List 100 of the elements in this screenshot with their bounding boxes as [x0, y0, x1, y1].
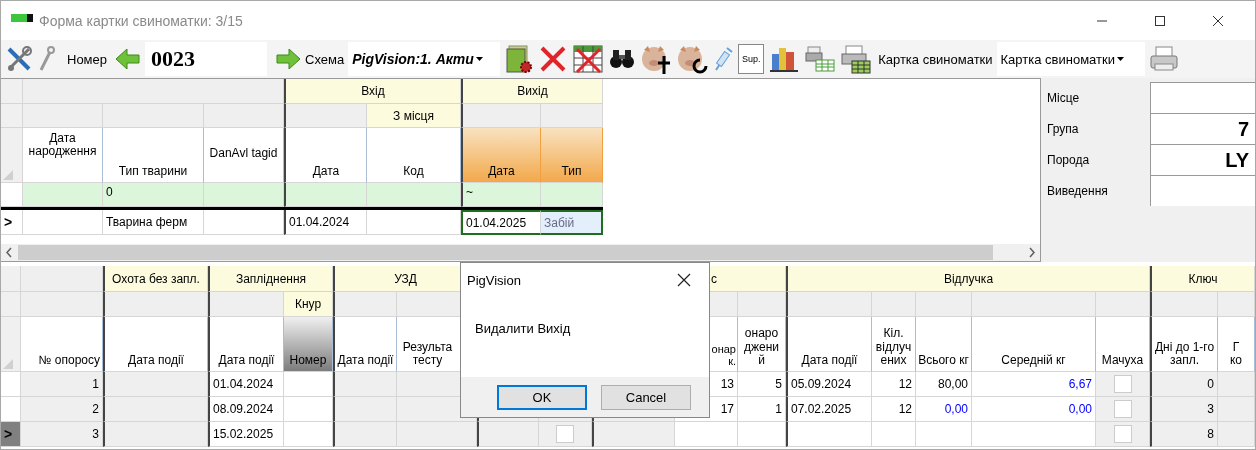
column-header[interactable]: Дата події [103, 317, 208, 372]
column-header[interactable]: № опоросу [21, 317, 103, 372]
column-header[interactable]: онаро джени й [738, 317, 786, 372]
column-header[interactable]: Код [367, 128, 461, 183]
close-icon[interactable] [677, 273, 691, 287]
caret-icon [1116, 57, 1124, 61]
table-cell: 08.09.2024 [208, 397, 284, 422]
scrollbar-thumb[interactable] [18, 245, 993, 260]
window-title: Форма картки свиноматки: 3/15 [39, 12, 243, 29]
column-group-header: Ключ [1150, 266, 1255, 292]
maximize-icon[interactable] [1154, 14, 1166, 27]
column-header[interactable]: Дата події [786, 317, 872, 372]
row-header[interactable]: > [1, 210, 23, 235]
pig-plus-icon[interactable] [640, 44, 673, 74]
table-cell[interactable]: Забій [541, 210, 603, 235]
checkbox[interactable] [556, 425, 574, 443]
table-cell: 3 [21, 422, 103, 447]
filter-cell[interactable]: 0 [103, 183, 204, 207]
filter-cell[interactable] [367, 183, 461, 207]
tools-icon[interactable] [5, 45, 33, 73]
pig-refresh-icon[interactable] [676, 44, 709, 74]
printer-icon[interactable] [1148, 45, 1179, 73]
header-cell [916, 292, 972, 317]
arrow-left-icon[interactable] [115, 47, 141, 71]
checkbox[interactable] [1113, 375, 1132, 393]
column-header[interactable]: Дата [284, 128, 367, 183]
filter-cell[interactable] [284, 183, 367, 207]
table-cell[interactable]: Тварина ферм [103, 210, 204, 235]
checkbox[interactable] [1113, 425, 1132, 443]
value-field[interactable]: LY [1150, 144, 1255, 175]
column-group-header: Запліднення [208, 266, 333, 292]
table-cell[interactable]: 01.04.2025 [461, 210, 541, 235]
row-header[interactable] [1, 372, 21, 397]
dialog-button[interactable]: OK [497, 384, 587, 410]
app-icon [11, 13, 33, 22]
checkbox[interactable] [1113, 400, 1132, 418]
document-gear-icon[interactable] [504, 44, 535, 74]
scheme-dropdown[interactable]: PigVision:1. Акти [348, 42, 501, 76]
filter-cell[interactable] [541, 183, 603, 207]
column-group-header: Відлучка [786, 266, 1150, 292]
column-header[interactable]: Дата народження [23, 128, 103, 183]
value-field[interactable] [1150, 82, 1255, 113]
horizontal-scrollbar[interactable] [1, 244, 1040, 261]
column-header[interactable]: Дні до 1-го запл. [1150, 317, 1218, 372]
syringe-icon[interactable] [712, 46, 735, 72]
header-cell [1150, 292, 1218, 317]
table-cell: 01.04.2024 [208, 372, 284, 397]
table-cell[interactable]: 01.04.2024 [284, 210, 367, 235]
column-header[interactable]: Середній кг [972, 317, 1096, 372]
report-dropdown[interactable]: Картка свиноматки [996, 42, 1145, 76]
filter-cell[interactable]: ~ [461, 183, 541, 207]
dialog-button[interactable]: Cancel [601, 384, 691, 410]
header-cell [872, 292, 916, 317]
arrow-right-icon[interactable] [275, 47, 301, 71]
column-header[interactable]: Тип тварини [103, 128, 204, 183]
table-delete-icon[interactable] [572, 44, 605, 74]
value-field[interactable] [1150, 175, 1255, 206]
field-label: Порода [1046, 151, 1091, 169]
column-header[interactable]: Номер [284, 317, 333, 372]
number-label: Номер [67, 51, 107, 67]
header-cell [1, 266, 21, 292]
row-header[interactable] [1, 183, 23, 207]
column-header[interactable]: Дата події [208, 317, 284, 372]
column-header[interactable]: Мачуха [1096, 317, 1150, 372]
filter-cell[interactable] [204, 183, 284, 207]
header-cell [1218, 292, 1255, 317]
dropdown-value: Картка свиноматки [1000, 51, 1115, 67]
table-cell[interactable] [367, 210, 461, 235]
printer-grid-icon[interactable] [840, 44, 873, 74]
field-label: Група [1046, 120, 1080, 138]
column-header[interactable]: DanAvl tagid [204, 128, 284, 183]
filter-cell[interactable] [23, 183, 103, 207]
value-field[interactable]: 7 [1150, 113, 1255, 144]
field-label: Місце [1046, 89, 1081, 107]
column-header[interactable]: Всього кг [916, 317, 972, 372]
wrench-icon[interactable] [37, 46, 55, 72]
table-cell[interactable] [204, 210, 284, 235]
row-header[interactable] [1, 397, 21, 422]
column-group-header: Охота без запл. [103, 266, 208, 292]
table-cell: 6,67 [972, 372, 1096, 397]
sup-document-button[interactable]: Sup. [738, 44, 765, 74]
column-header[interactable]: Г ко [1218, 317, 1255, 372]
table-cell[interactable] [23, 210, 103, 235]
column-header[interactable]: Тип [541, 128, 603, 183]
column-header[interactable]: Дата [461, 128, 541, 183]
table-cell: 5 [738, 372, 786, 397]
binoculars-icon[interactable] [608, 47, 637, 71]
header-cell [1096, 292, 1150, 317]
number-field[interactable]: 0023 [145, 42, 267, 76]
field-label: Виведення [1046, 182, 1109, 200]
row-marker: > [4, 426, 13, 442]
close-icon[interactable] [1212, 14, 1224, 27]
column-header[interactable]: Дата події [333, 317, 397, 372]
minimize-icon[interactable] [1096, 19, 1108, 22]
header-cell [738, 292, 786, 317]
row-header[interactable]: > [1, 422, 21, 447]
table-cell: 0 [1150, 372, 1218, 397]
table-cell: 1 [738, 397, 786, 422]
table-cell: 05.09.2024 [786, 372, 872, 397]
column-header[interactable]: Кіл. відлучених [872, 317, 916, 372]
